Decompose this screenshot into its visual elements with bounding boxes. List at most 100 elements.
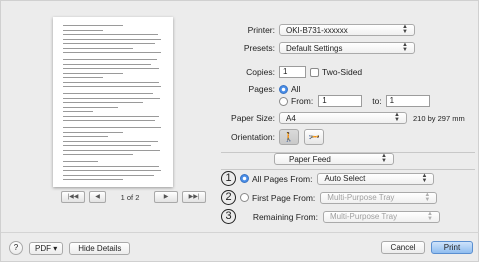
preview-text-line [63,136,108,137]
preview-text-line [63,115,159,117]
popup-arrows-icon: ▲ ▼ [402,42,408,53]
two-sided-label: Two-Sided [322,67,363,77]
pages-from-field[interactable]: 1 [318,95,363,107]
presets-label: Presets: [243,43,275,53]
printer-label: Printer: [247,25,275,35]
popup-arrows-icon: ▲ ▼ [394,112,400,123]
all-pages-from-popup[interactable]: Auto Select ▲ ▼ [317,172,435,185]
section-popup-value: Paper Feed [289,154,331,164]
hide-details-button[interactable]: Hide Details [69,241,131,255]
preview-pager: |◀◀ ◀ 1 of 2 ▶ ▶▶| [61,190,206,204]
printer-value: OKI-B731-xxxxxx [286,25,348,35]
preview-text-line [63,77,103,78]
preview-text-line [63,145,151,146]
preview-text-line [63,131,123,133]
settings-pane: Printer: OKI-B731-xxxxxx ▲ ▼ Presets: Def… [217,1,475,226]
popup-arrows-icon: ▲ ▼ [427,210,433,222]
popup-arrows-icon: ▲ ▼ [424,191,431,203]
pages-from-radio[interactable] [279,96,288,106]
bottom-bar: ? PDF ▾ Hide Details Cancel Print [1,235,479,261]
pdf-menu-button[interactable]: PDF ▾ [29,241,64,255]
print-button[interactable]: Print [431,241,473,254]
preview-text-line [63,72,123,74]
all-pages-from-label: All Pages From: [252,173,313,184]
preview-text-line [63,25,123,26]
landscape-orientation-button[interactable]: 🚶 [304,129,324,145]
printer-popup[interactable]: OKI-B731-xxxxxx ▲ ▼ [279,24,415,36]
all-pages-from-value: Auto Select [324,174,366,183]
first-page-from-value: Multi-Purpose Tray [327,193,395,202]
bottom-divider [1,232,479,233]
preview-text-line [63,97,160,99]
preview-text-line [63,52,161,53]
pages-to-label: to: [372,96,382,106]
preview-text-line [63,38,161,40]
preview-text-line [63,63,151,65]
all-pages-from-radio[interactable] [240,174,249,183]
page-indicator: 1 of 2 [120,192,140,202]
preview-text-line [63,102,143,103]
preview-text-line [63,59,157,60]
copies-field[interactable]: 1 [279,66,306,78]
copies-label: Copies: [246,67,275,77]
cancel-button[interactable]: Cancel [381,241,425,254]
preview-text-line [63,68,159,69]
preview-text-line [63,179,123,180]
preview-text-line [63,120,155,121]
landscape-icon: 🚶 [309,131,320,143]
section-popup[interactable]: Paper Feed ▲ ▼ [274,153,394,165]
help-button[interactable]: ? [9,241,23,255]
first-page-button[interactable]: |◀◀ [61,191,85,203]
first-page-from-popup[interactable]: Multi-Purpose Tray ▲ ▼ [320,191,438,204]
previous-page-button[interactable]: ◀ [89,191,106,203]
paper-dimensions: 210 by 297 mm [413,113,465,123]
preview-text-line [63,149,160,151]
preview-text-line [63,81,159,83]
next-page-button[interactable]: ▶ [154,191,178,203]
preview-text-line [63,29,103,31]
annotation-number-3: 3 [221,209,236,224]
portrait-icon: 🚶 [283,131,295,142]
paper-size-value: A4 [286,113,296,123]
pages-label: Pages: [248,84,275,94]
preview-text-line [63,47,133,49]
orientation-label: Orientation: [231,132,275,142]
pages-to-field[interactable]: 1 [385,95,430,107]
popup-arrows-icon: ▲ ▼ [381,153,387,164]
preview-text-line [63,106,118,108]
pages-all-radio[interactable] [279,84,288,94]
remaining-from-value: Multi-Purpose Tray [330,212,398,221]
section-divider [221,169,475,170]
pages-from-label: From: [291,96,314,106]
two-sided-checkbox[interactable] [310,67,319,77]
portrait-orientation-button[interactable]: 🚶 [279,129,299,145]
remaining-from-label: Remaining From: [252,211,318,222]
annotation-number-2: 2 [221,190,236,205]
preview-text-line [63,34,158,35]
preview-pane: |◀◀ ◀ 1 of 2 ▶ ▶▶| [9,9,209,221]
preview-text-line [63,174,154,176]
remaining-from-popup[interactable]: Multi-Purpose Tray ▲ ▼ [323,210,440,223]
annotation-number-1: 1 [221,171,236,186]
preview-text-line [63,86,161,87]
preview-text-line [63,111,93,112]
preview-text-line [63,161,98,162]
popup-arrows-icon: ▲ ▼ [421,172,428,184]
pages-all-label: All [291,84,301,94]
presets-value: Default Settings [286,43,343,53]
preview-text-line [63,127,161,128]
first-page-from-radio[interactable] [240,193,249,202]
page-preview [53,17,173,187]
preview-text-line [63,165,159,167]
preview-text-line [63,154,133,155]
paper-size-popup[interactable]: A4 ▲ ▼ [279,112,407,124]
paper-size-label: Paper Size: [231,113,275,123]
preview-text-line [63,43,155,44]
presets-popup[interactable]: Default Settings ▲ ▼ [279,42,415,54]
preview-text-line [63,93,153,94]
preview-text-line [63,140,158,142]
last-page-button[interactable]: ▶▶| [182,191,206,203]
preview-text-line [63,170,161,171]
first-page-from-label: First Page From: [252,192,316,203]
popup-arrows-icon: ▲ ▼ [402,24,408,35]
